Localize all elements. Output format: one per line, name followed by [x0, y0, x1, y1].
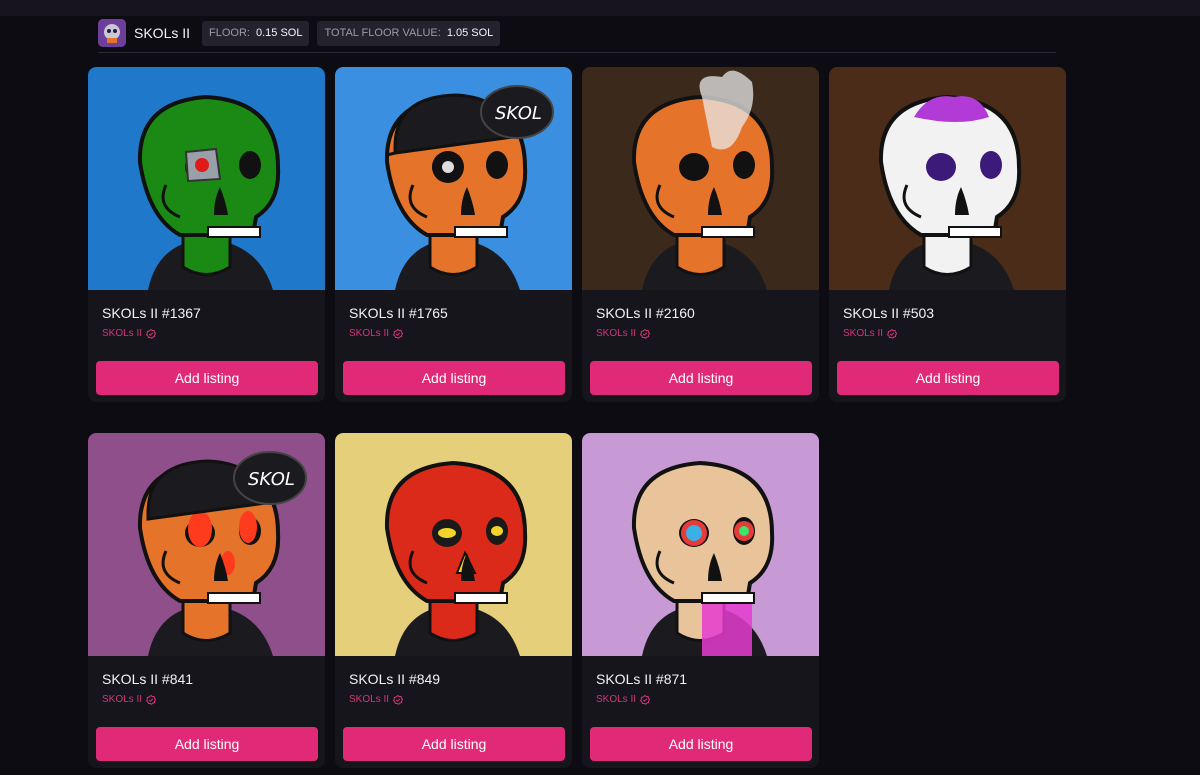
nft-card[interactable]: SKOL SKOLs II #1765 SKOLs II Add listing	[335, 67, 572, 402]
nft-image[interactable]	[829, 67, 1066, 290]
header-divider	[98, 52, 1056, 53]
total-floor-stat: TOTAL FLOOR VALUE: 1.05 SOL	[317, 20, 501, 46]
nft-collection[interactable]: SKOLs II	[596, 694, 651, 705]
verified-badge-icon	[887, 328, 898, 339]
nft-collection-label: SKOLs II	[596, 328, 637, 339]
nft-card[interactable]: SKOLs II #1367 SKOLs II Add listing	[88, 67, 325, 402]
nft-image[interactable]	[582, 433, 819, 656]
nft-collection[interactable]: SKOLs II	[349, 328, 404, 339]
nft-card[interactable]: SKOLs II #503 SKOLs II Add listing	[829, 67, 1066, 402]
add-listing-button[interactable]: Add listing	[96, 361, 318, 395]
total-floor-value: 1.05 SOL	[446, 27, 494, 39]
nft-grid: SKOLs II #1367 SKOLs II Add listing SKOL SKO…	[88, 67, 1066, 768]
nft-collection-label: SKOLs II	[102, 694, 143, 705]
nft-collection-label: SKOLs II	[349, 694, 390, 705]
nft-image[interactable]	[582, 67, 819, 290]
nft-card[interactable]: SKOLs II #849 SKOLs II Add listing	[335, 433, 572, 768]
nft-image[interactable]: SKOL	[88, 433, 325, 656]
floor-value: 0.15 SOL	[255, 27, 303, 39]
nft-card[interactable]: SKOLs II #2160 SKOLs II Add listing	[582, 67, 819, 402]
nft-title[interactable]: SKOLs II #871	[596, 671, 687, 687]
verified-badge-icon	[393, 694, 404, 705]
nft-card[interactable]: SKOLs II #871 SKOLs II Add listing	[582, 433, 819, 768]
nft-title[interactable]: SKOLs II #1765	[349, 305, 448, 321]
nft-title[interactable]: SKOLs II #503	[843, 305, 934, 321]
add-listing-button[interactable]: Add listing	[343, 361, 565, 395]
floor-label: FLOOR:	[209, 27, 250, 39]
verified-badge-icon	[146, 694, 157, 705]
verified-badge-icon	[393, 328, 404, 339]
svg-text:SKOL: SKOL	[248, 469, 295, 490]
add-listing-button[interactable]: Add listing	[343, 727, 565, 761]
nft-image[interactable]	[335, 433, 572, 656]
nft-image[interactable]	[88, 67, 325, 290]
svg-text:SKOL: SKOL	[495, 103, 542, 124]
nft-collection-label: SKOLs II	[843, 328, 884, 339]
nft-card[interactable]: SKOL SKOLs II #841 SKOLs II Add listing	[88, 433, 325, 768]
nft-collection-label: SKOLs II	[349, 328, 390, 339]
nft-collection-label: SKOLs II	[596, 694, 637, 705]
verified-badge-icon	[640, 328, 651, 339]
nft-collection[interactable]: SKOLs II	[102, 694, 157, 705]
nft-collection[interactable]: SKOLs II	[102, 328, 157, 339]
nft-title[interactable]: SKOLs II #849	[349, 671, 440, 687]
floor-stat: FLOOR: 0.15 SOL	[202, 20, 310, 46]
verified-badge-icon	[146, 328, 157, 339]
verified-badge-icon	[640, 694, 651, 705]
nft-collection[interactable]: SKOLs II	[596, 328, 651, 339]
nft-collection-label: SKOLs II	[102, 328, 143, 339]
nft-image[interactable]: SKOL	[335, 67, 572, 290]
nft-title[interactable]: SKOLs II #841	[102, 671, 193, 687]
nft-title[interactable]: SKOLs II #2160	[596, 305, 695, 321]
add-listing-button[interactable]: Add listing	[590, 727, 812, 761]
add-listing-button[interactable]: Add listing	[96, 727, 318, 761]
nft-collection[interactable]: SKOLs II	[349, 694, 404, 705]
nft-title[interactable]: SKOLs II #1367	[102, 305, 201, 321]
collection-name[interactable]: SKOLs II	[134, 25, 190, 41]
collection-header: SKOLs II FLOOR: 0.15 SOL TOTAL FLOOR VAL…	[98, 18, 501, 48]
top-bar	[0, 0, 1200, 16]
collection-avatar[interactable]	[98, 19, 126, 47]
nft-collection[interactable]: SKOLs II	[843, 328, 898, 339]
total-floor-label: TOTAL FLOOR VALUE:	[324, 27, 441, 39]
add-listing-button[interactable]: Add listing	[837, 361, 1059, 395]
add-listing-button[interactable]: Add listing	[590, 361, 812, 395]
